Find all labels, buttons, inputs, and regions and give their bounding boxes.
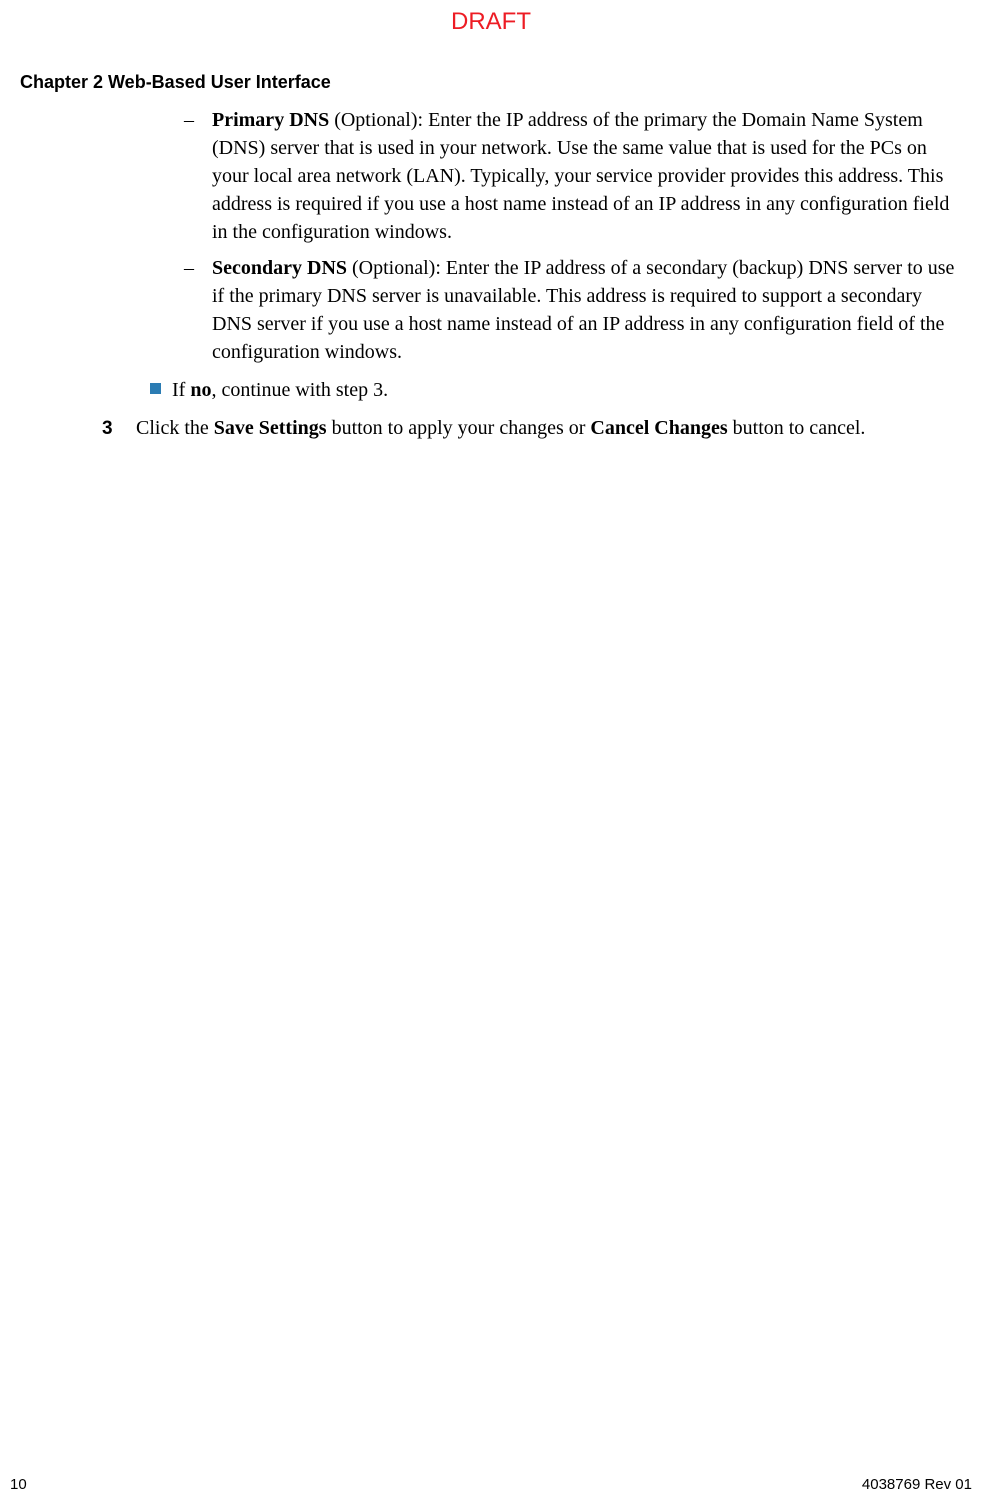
step-number: 3 — [102, 414, 136, 443]
list-item: – Secondary DNS (Optional): Enter the IP… — [136, 254, 962, 366]
dash-marker: – — [136, 254, 212, 366]
primary-dns-text: Primary DNS (Optional): Enter the IP add… — [212, 106, 962, 246]
numbered-step: 3 Click the Save Settings button to appl… — [102, 414, 962, 443]
step3-b1: Save Settings — [214, 417, 327, 439]
primary-dns-bold: Primary DNS — [212, 109, 329, 131]
step3-t3: button to cancel. — [728, 417, 866, 439]
page-footer: 10 4038769 Rev 01 — [10, 1476, 972, 1493]
chapter-header: Chapter 2 Web-Based User Interface — [20, 72, 331, 93]
step3-t2: button to apply your changes or — [327, 417, 591, 439]
if-no-post: , continue with step 3. — [211, 379, 388, 401]
secondary-dns-bold: Secondary DNS — [212, 257, 347, 279]
list-item: – Primary DNS (Optional): Enter the IP a… — [136, 106, 962, 246]
if-no-bold: no — [190, 379, 211, 401]
step3-t1: Click the — [136, 417, 214, 439]
draft-watermark: DRAFT — [0, 8, 982, 36]
square-bullet-icon — [136, 376, 172, 404]
body-content: – Primary DNS (Optional): Enter the IP a… — [136, 106, 962, 443]
step-text: Click the Save Settings button to apply … — [136, 414, 962, 443]
dash-marker: – — [136, 106, 212, 246]
doc-reference: 4038769 Rev 01 — [862, 1476, 972, 1493]
page-number: 10 — [10, 1476, 27, 1493]
list-item: If no, continue with step 3. — [136, 376, 962, 404]
secondary-dns-text: Secondary DNS (Optional): Enter the IP a… — [212, 254, 962, 366]
if-no-pre: If — [172, 379, 190, 401]
step3-b2: Cancel Changes — [590, 417, 727, 439]
if-no-text: If no, continue with step 3. — [172, 376, 962, 404]
